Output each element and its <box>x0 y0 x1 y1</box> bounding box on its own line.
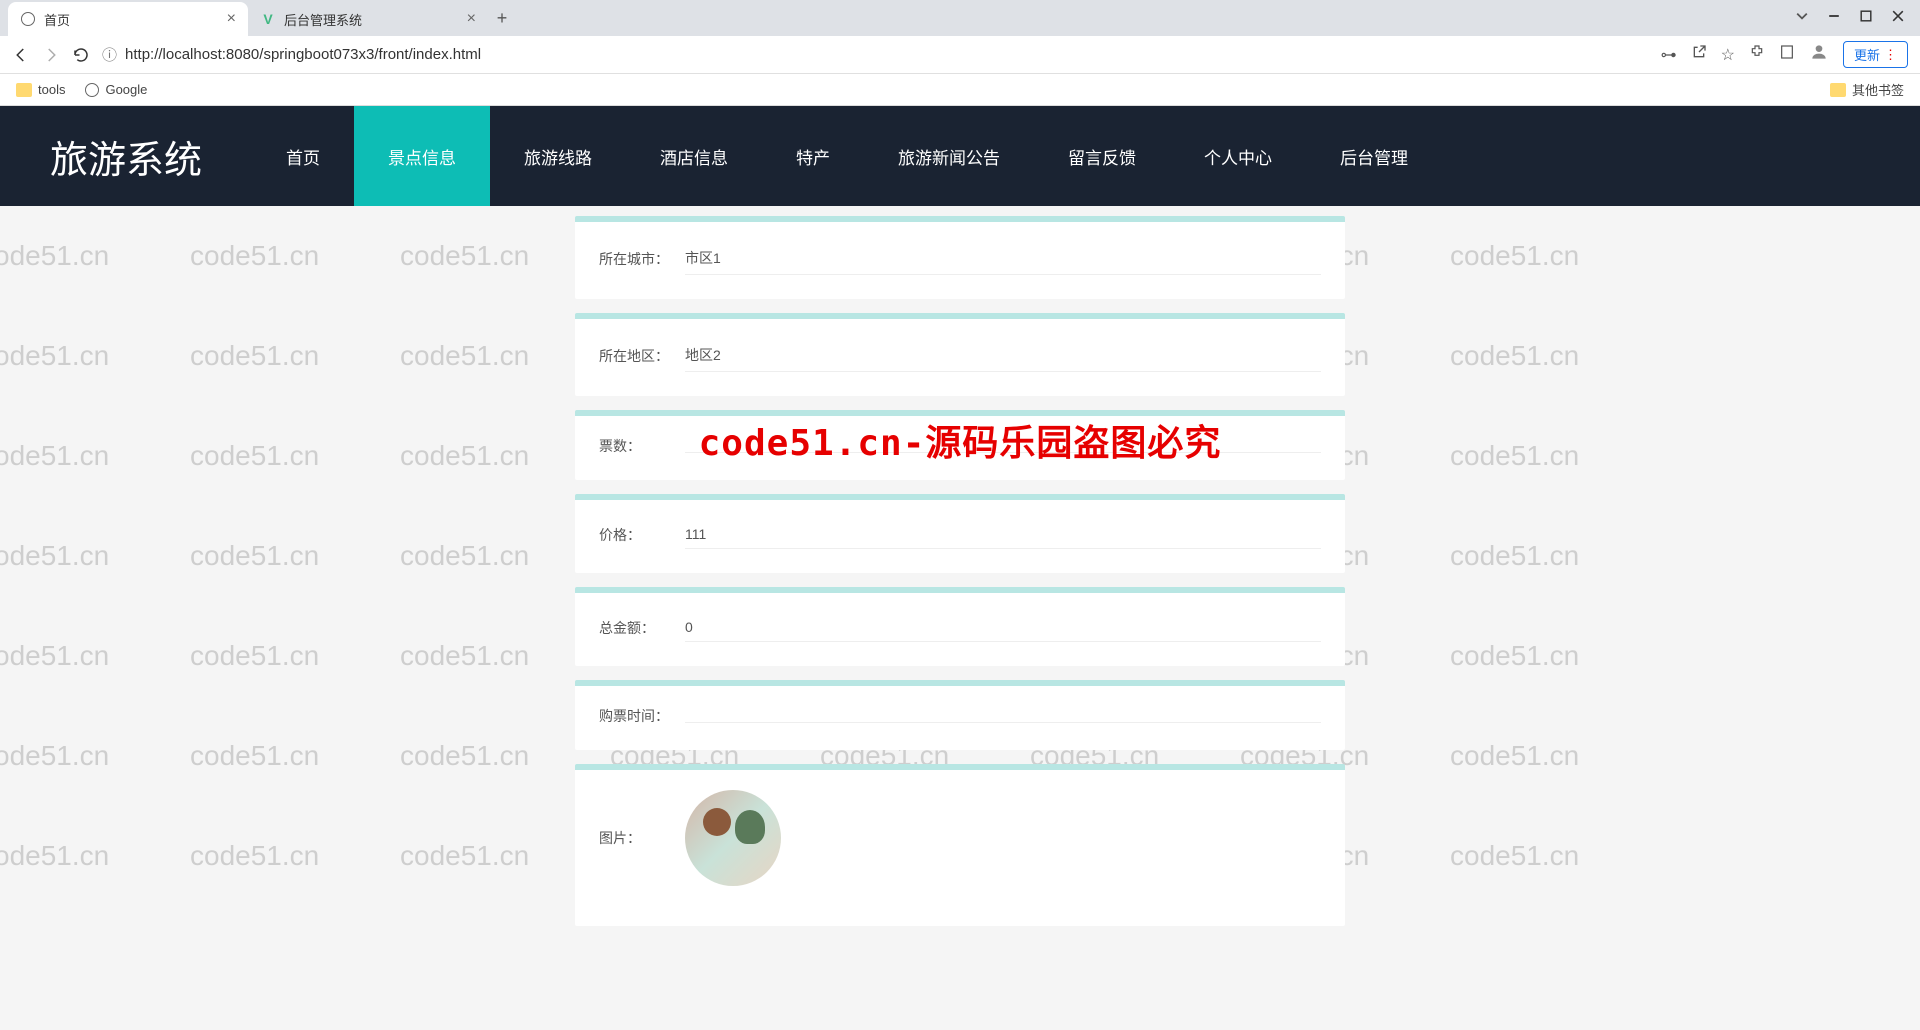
folder-icon <box>16 83 32 97</box>
close-icon[interactable]: × <box>467 10 476 28</box>
field-value[interactable]: 0 <box>685 613 1321 642</box>
field-value[interactable] <box>685 710 1321 723</box>
close-window-icon[interactable] <box>1892 9 1904 27</box>
reading-list-icon[interactable] <box>1779 44 1795 65</box>
globe-icon <box>85 83 99 97</box>
field-value[interactable]: 市区1 <box>685 242 1321 275</box>
browser-tab-admin[interactable]: V 后台管理系统 × <box>248 2 488 36</box>
url-input[interactable]: ⓘ http://localhost:8080/springboot073x3/… <box>102 44 1649 65</box>
field-label: 所在城市： <box>599 249 679 269</box>
chevron-down-icon[interactable] <box>1796 9 1808 27</box>
bookmark-google[interactable]: Google <box>85 82 147 97</box>
image-preview[interactable] <box>685 790 781 886</box>
forward-button[interactable] <box>42 46 60 64</box>
site-info-icon[interactable]: ⓘ <box>102 44 117 65</box>
nav-feedback[interactable]: 留言反馈 <box>1034 106 1170 206</box>
field-price: 价格： 111 <box>575 494 1345 573</box>
site-logo[interactable]: 旅游系统 <box>0 129 252 184</box>
field-label: 总金额： <box>599 618 679 638</box>
nav-items: 首页 景点信息 旅游线路 酒店信息 特产 旅游新闻公告 留言反馈 个人中心 后台… <box>252 106 1442 206</box>
site-nav: 旅游系统 首页 景点信息 旅游线路 酒店信息 特产 旅游新闻公告 留言反馈 个人… <box>0 106 1920 206</box>
field-label: 票数： <box>599 436 679 456</box>
password-icon[interactable]: ⊶ <box>1661 45 1677 65</box>
address-bar: ⓘ http://localhost:8080/springboot073x3/… <box>0 36 1920 74</box>
close-icon[interactable]: × <box>227 10 236 28</box>
field-image: 图片： <box>575 764 1345 926</box>
folder-icon <box>1830 83 1846 97</box>
share-icon[interactable] <box>1691 44 1707 65</box>
extensions-icon[interactable] <box>1749 44 1765 65</box>
field-value[interactable]: 111 <box>685 520 1321 549</box>
update-button[interactable]: 更新⋮ <box>1843 41 1908 68</box>
center-watermark: code51.cn-源码乐园盗图必究 <box>699 414 1222 466</box>
nav-routes[interactable]: 旅游线路 <box>490 106 626 206</box>
field-label: 图片： <box>599 828 679 848</box>
nav-news[interactable]: 旅游新闻公告 <box>864 106 1034 206</box>
form-container: 所在城市： 市区1 所在地区： 地区2 票数： 价格： 111 总金额 <box>575 206 1345 926</box>
field-city: 所在城市： 市区1 <box>575 216 1345 299</box>
field-value[interactable]: 地区2 <box>685 339 1321 372</box>
star-icon[interactable]: ☆ <box>1721 45 1735 65</box>
url-text: http://localhost:8080/springboot073x3/fr… <box>125 46 481 63</box>
window-controls <box>1796 9 1920 27</box>
browser-tab-home[interactable]: 首页 × <box>8 2 248 36</box>
profile-icon[interactable] <box>1809 42 1829 67</box>
new-tab-button[interactable]: + <box>488 8 516 29</box>
vue-icon: V <box>260 11 276 27</box>
browser-chrome: 首页 × V 后台管理系统 × + ⓘ http://localhost:808… <box>0 0 1920 106</box>
maximize-icon[interactable] <box>1860 9 1872 27</box>
field-time: 购票时间： <box>575 680 1345 750</box>
field-district: 所在地区： 地区2 <box>575 313 1345 396</box>
page-body: 所在城市： 市区1 所在地区： 地区2 票数： 价格： 111 总金额 <box>0 206 1920 1030</box>
field-label: 所在地区： <box>599 346 679 366</box>
bookmark-bar: tools Google 其他书签 <box>0 74 1920 106</box>
bookmark-tools[interactable]: tools <box>16 82 65 97</box>
field-label: 购票时间： <box>599 706 679 726</box>
nav-home[interactable]: 首页 <box>252 106 354 206</box>
globe-icon <box>20 11 36 27</box>
nav-profile[interactable]: 个人中心 <box>1170 106 1306 206</box>
tab-title: 后台管理系统 <box>284 10 362 29</box>
field-label: 价格： <box>599 525 679 545</box>
nav-spots[interactable]: 景点信息 <box>354 106 490 206</box>
reload-button[interactable] <box>72 46 90 64</box>
back-button[interactable] <box>12 46 30 64</box>
minimize-icon[interactable] <box>1828 9 1840 27</box>
field-total: 总金额： 0 <box>575 587 1345 666</box>
nav-specialty[interactable]: 特产 <box>762 106 864 206</box>
tab-bar: 首页 × V 后台管理系统 × + <box>0 0 1920 36</box>
tab-title: 首页 <box>44 10 70 29</box>
nav-admin[interactable]: 后台管理 <box>1306 106 1442 206</box>
nav-hotels[interactable]: 酒店信息 <box>626 106 762 206</box>
bookmark-other[interactable]: 其他书签 <box>1830 80 1904 99</box>
